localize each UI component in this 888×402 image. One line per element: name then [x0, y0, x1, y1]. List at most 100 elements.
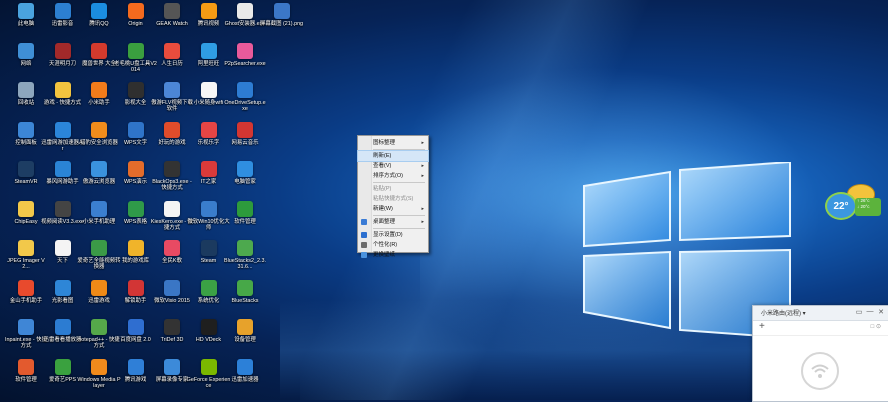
- router-toolbar-icons[interactable]: □ ⊙: [871, 323, 881, 330]
- desktop-icon-hd-vdeck[interactable]: HD VDeck: [191, 319, 227, 359]
- desktop-icon-baofeng-assist[interactable]: 暴风网游助手: [45, 161, 81, 201]
- desktop-icon-steam[interactable]: Steam: [191, 240, 227, 280]
- menu-item-12[interactable]: 显示设置(D): [358, 230, 428, 240]
- desktop-icon-maxthon-cloud[interactable]: 傲游云浏览器: [81, 161, 117, 201]
- desktop-icon-my-games[interactable]: 我的游戏库: [118, 240, 154, 280]
- desktop-icon-label: 迅雷加速器: [231, 376, 259, 383]
- desktop-icon-chipeasy[interactable]: ChipEasy: [8, 200, 44, 241]
- desktop-icon-aliwangwang[interactable]: 阿里旺旺: [191, 42, 227, 83]
- desktop-icon-inpaint[interactable]: Inpaint.exe - 快捷方式: [5, 319, 47, 359]
- desktop-icon-control-panel[interactable]: 控制面板: [8, 121, 44, 162]
- desktop-icon-pc-manager[interactable]: 电脑管家: [227, 161, 263, 201]
- menu-item-10[interactable]: 桌面整理 ▸: [358, 217, 428, 227]
- desktop-icon-tencent-qq[interactable]: 腾讯QQ: [81, 3, 117, 43]
- desktop-icon-liebao-browser[interactable]: 猎豹安全浏览器: [80, 121, 118, 162]
- menu-item-7: 粘贴快捷方式(S): [358, 194, 428, 204]
- desktop-icon-tianxia[interactable]: 天下: [45, 240, 81, 280]
- desktop-icon-tridef[interactable]: TriDef 3D: [154, 319, 190, 359]
- desktop-icon-kingsoft-phone[interactable]: 金山手机助手: [8, 279, 44, 320]
- desktop-icon-tencent-video[interactable]: 腾讯视频: [191, 3, 227, 43]
- desktop-icon-wmp[interactable]: Windows Media Player: [77, 358, 121, 399]
- desktop-icon-video-all[interactable]: 影视大全: [118, 82, 154, 122]
- menu-item-2[interactable]: 刷新(E): [357, 150, 429, 162]
- restore-icon[interactable]: ▭: [855, 308, 863, 316]
- desktop-icon-guangying[interactable]: 光影看图: [45, 279, 81, 320]
- desktop-icon-geak-watch[interactable]: GEAK Watch: [154, 3, 190, 43]
- weather-widget[interactable]: 22° ↑ 26°c ↓ 20°c: [825, 184, 881, 220]
- device-manager-icon: [237, 319, 253, 335]
- desktop-icon-mi-phone[interactable]: 小米手机助理: [81, 200, 117, 241]
- desktop-icon-iqiyi-converter[interactable]: 爱奇艺全能视频转换器: [77, 240, 121, 280]
- add-icon[interactable]: +: [759, 321, 765, 332]
- menu-item-3[interactable]: 查看(V) ▸: [358, 161, 428, 171]
- desktop-icon-p2psearcher[interactable]: P2pSearcher.exe: [224, 42, 266, 83]
- desktop-icon-win10-master[interactable]: 微软Win10优化大师: [187, 200, 230, 241]
- desktop-icon-screen-recorder[interactable]: 屏幕录像专家: [154, 358, 190, 399]
- desktop-icon-blackops3[interactable]: BlackOps3.exe - 快捷方式: [152, 161, 192, 201]
- desktop-icon-visio-2015[interactable]: 微软Visio 2015: [154, 279, 190, 320]
- router-panel-titlebar[interactable]: 小米路由(远程) ▾ ▭ — ✕: [753, 306, 888, 321]
- desktop-icon-video-reader[interactable]: 视频阅读V3.3.exe: [41, 200, 84, 241]
- desktop-icon-kies[interactable]: KiesKero.exe - 快捷方式: [151, 200, 193, 241]
- minimize-icon[interactable]: —: [866, 308, 874, 315]
- desktop-icon-laomaotao[interactable]: 老毛桃U盘工具V2014: [114, 42, 157, 83]
- desktop-icon-xunlei-accel[interactable]: 迅雷加速器: [227, 358, 263, 399]
- desktop-icon-software-manager[interactable]: 软件管理: [227, 200, 263, 241]
- desktop-icon-jpeg-imager[interactable]: JPEG Imager V2...: [7, 240, 45, 280]
- menu-item-14[interactable]: 更换壁纸: [358, 250, 428, 260]
- desktop-icon-recycle-bin[interactable]: 回收站: [8, 82, 44, 122]
- desktop-icon-wps-sheet[interactable]: WPS表格: [118, 200, 154, 241]
- desktop-icon-iqiyi-pps[interactable]: 爱奇艺PPS: [45, 358, 81, 399]
- desktop-icon-ithome[interactable]: IT之家: [191, 161, 227, 201]
- close-icon[interactable]: ✕: [877, 308, 885, 316]
- desktop-icon-ghost-installer[interactable]: Ghost安装器.exe: [225, 3, 265, 43]
- desktop-icon-tianya[interactable]: 天涯明月刀: [45, 42, 81, 83]
- desktop-icon-device-manager[interactable]: 设备管理: [227, 319, 263, 359]
- desktop-icon-xunlei-kankan[interactable]: 迅雷看看播放器: [44, 319, 81, 359]
- desktop-icon-fun-games[interactable]: 好玩的游戏: [154, 121, 190, 162]
- tianya-icon: [54, 42, 71, 59]
- desktop-icon-wow-box[interactable]: 魔兽世界 大全: [81, 42, 117, 83]
- desktop-icon-label: 屏幕截图 (21).png: [259, 21, 304, 27]
- menu-item-13[interactable]: 个性化(R): [358, 240, 428, 250]
- desktop-icon-letv[interactable]: 乐视乐字: [191, 121, 227, 162]
- desktop-icon-onedrive-setup[interactable]: OneDriveSetup.exe: [224, 82, 266, 122]
- desktop-icon-screenshot-png[interactable]: 屏幕截图 (21).png: [260, 3, 303, 43]
- menu-item-4[interactable]: 排序方式(O) ▸: [358, 171, 428, 181]
- desktop-icon-mi-wifi[interactable]: 小米随身wifi: [191, 82, 227, 122]
- my-games-icon: [127, 240, 144, 256]
- desktop-icon-wps-writer[interactable]: WPS文字: [118, 121, 154, 162]
- onedrive-setup-icon: [237, 82, 253, 98]
- desktop-icon-this-pc[interactable]: 此电脑: [8, 3, 44, 43]
- desktop-icon-quanmin-k[interactable]: 全民K歌: [154, 240, 190, 280]
- desktop-icon-steamvr[interactable]: SteamVR: [8, 161, 44, 201]
- tianxia-icon: [54, 240, 71, 256]
- menu-item-8[interactable]: 新建(W) ▸: [358, 204, 428, 214]
- menu-item-label: 个性化(R): [373, 242, 398, 248]
- desktop-icon-geforce[interactable]: GeForce Experience: [187, 358, 230, 399]
- menu-item-icon: [361, 252, 367, 258]
- desktop-icon-wps-present[interactable]: WPS演示: [118, 161, 154, 201]
- desktop-icon-network[interactable]: 网络: [8, 42, 44, 83]
- life-calendar-icon: [164, 42, 180, 59]
- desktop-icon-maxthon-flv[interactable]: 傲游FLV视频下载软件: [151, 82, 193, 122]
- desktop-icon-xunlei-player[interactable]: 迅雷影音: [45, 3, 81, 43]
- desktop-icon-baidu-pan[interactable]: 百度网盘 2.0: [118, 319, 154, 359]
- desktop-icon-netease-music[interactable]: 网易云音乐: [227, 121, 263, 162]
- desktop-icon-games-shortcut[interactable]: 游戏 - 快捷方式: [44, 82, 81, 122]
- mi-phone-icon: [91, 200, 107, 217]
- desktop-icon-notepadpp[interactable]: notepad++ - 快捷方式: [78, 319, 120, 359]
- desktop-icon-sys-optimize[interactable]: 系统优化: [191, 279, 227, 320]
- desktop-icon-label: BlueStacks2_2.3.31.6...: [224, 258, 266, 271]
- desktop-icon-bluestacks[interactable]: BlueStacks: [227, 279, 263, 320]
- menu-item-0[interactable]: 图标整理 ▸: [358, 138, 428, 148]
- desktop-icon-bluestacks2[interactable]: BlueStacks2_2.3.31.6...: [224, 240, 266, 280]
- desktop-icon-mi-assistant[interactable]: 小米助手: [81, 82, 117, 122]
- desktop-icon-software-manager-2[interactable]: 软件管理: [8, 358, 44, 399]
- desktop-icon-origin[interactable]: Origin: [118, 3, 154, 43]
- desktop-icon-xunlei-game[interactable]: 迅雷游戏: [81, 279, 117, 320]
- desktop-icon-tencent-games[interactable]: 腾讯游戏: [118, 358, 154, 399]
- desktop-icon-unlock-assist[interactable]: 解锁助手: [118, 279, 154, 320]
- desktop-icon-xunlei-air[interactable]: 迅雷网游加速器Air: [41, 121, 84, 162]
- desktop-icon-life-calendar[interactable]: 人生日历: [154, 42, 190, 83]
